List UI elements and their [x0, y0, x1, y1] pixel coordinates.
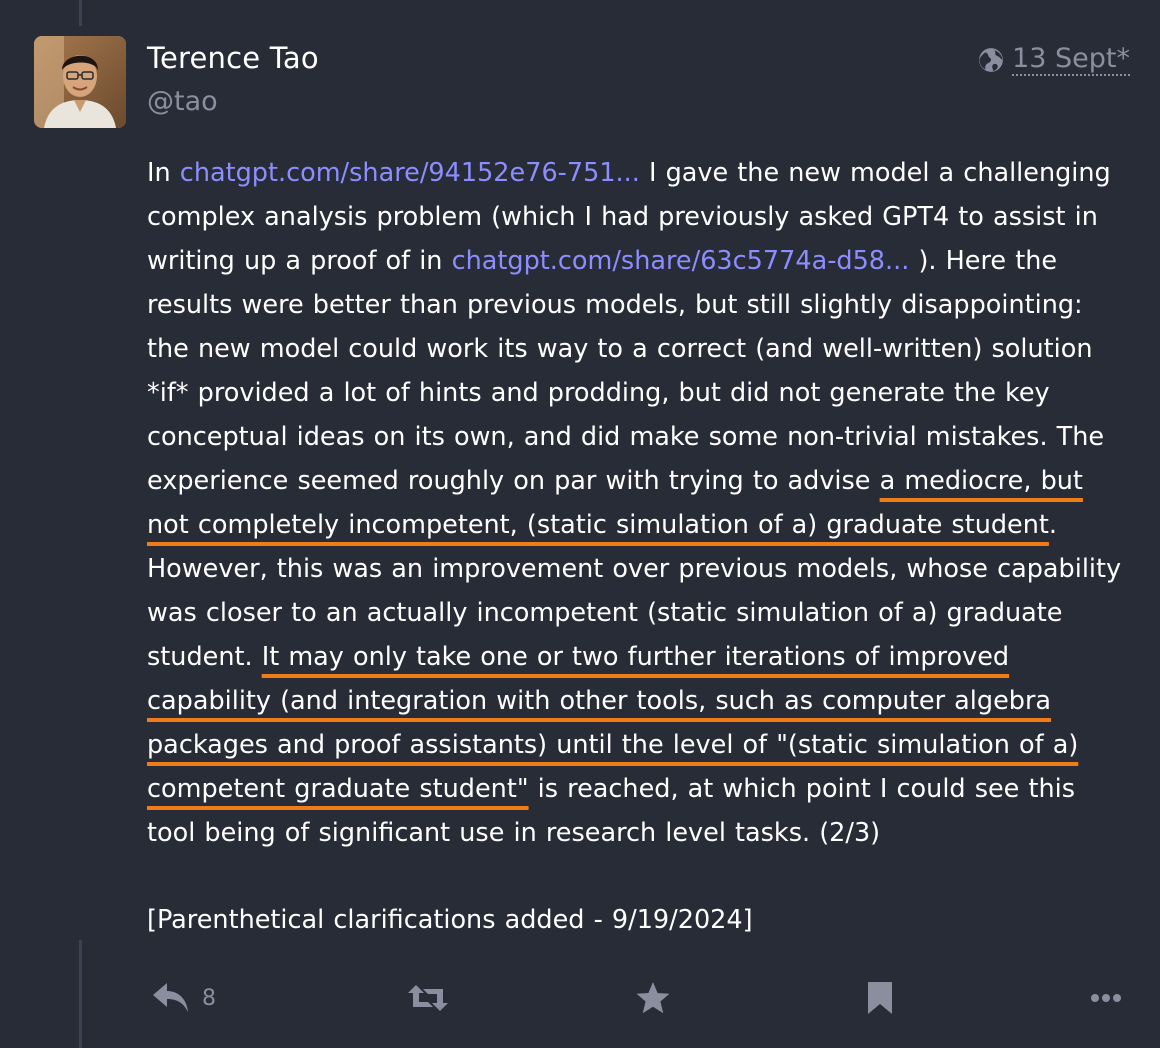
bookmark-button[interactable] [866, 970, 894, 1026]
post-date-text: 13 Sept [1012, 43, 1117, 74]
boost-button[interactable] [407, 970, 449, 1026]
content-text: In [147, 158, 180, 188]
post-paragraph-2: [Parenthetical clarifications added - 9/… [147, 905, 753, 935]
more-button[interactable] [1090, 970, 1122, 1026]
post-date: 13 Sept* [1012, 44, 1130, 76]
author-handle[interactable]: @tao [147, 84, 218, 120]
reply-count: 8 [202, 985, 216, 1011]
reply-icon [153, 983, 188, 1012]
action-bar: 8 [0, 970, 1160, 1026]
profile-photo [34, 36, 126, 128]
status-post: Terence Tao @tao 13 Sept* In chatgpt.com… [0, 0, 1160, 1048]
globe-icon [979, 48, 1003, 72]
star-icon [636, 982, 670, 1014]
avatar[interactable] [34, 36, 126, 128]
more-icon [1091, 994, 1121, 1002]
boost-icon [408, 985, 448, 1011]
author-display-name[interactable]: Terence Tao [147, 40, 319, 76]
post-timestamp[interactable]: 13 Sept* [978, 44, 1130, 76]
post-paragraph-1: In chatgpt.com/share/94152e76-751... I g… [147, 151, 1132, 855]
chatgpt-share-link-2[interactable]: chatgpt.com/share/63c5774a-d58... [452, 246, 910, 276]
reply-button[interactable]: 8 [152, 970, 216, 1026]
bookmark-icon [868, 982, 892, 1014]
edited-marker: * [1116, 43, 1131, 74]
post-content: In chatgpt.com/share/94152e76-751... I g… [147, 151, 1132, 942]
chatgpt-share-link-1[interactable]: chatgpt.com/share/94152e76-751... [180, 158, 640, 188]
favourite-button[interactable] [635, 970, 671, 1026]
content-text: ). Here the results were better than pre… [147, 246, 1105, 496]
